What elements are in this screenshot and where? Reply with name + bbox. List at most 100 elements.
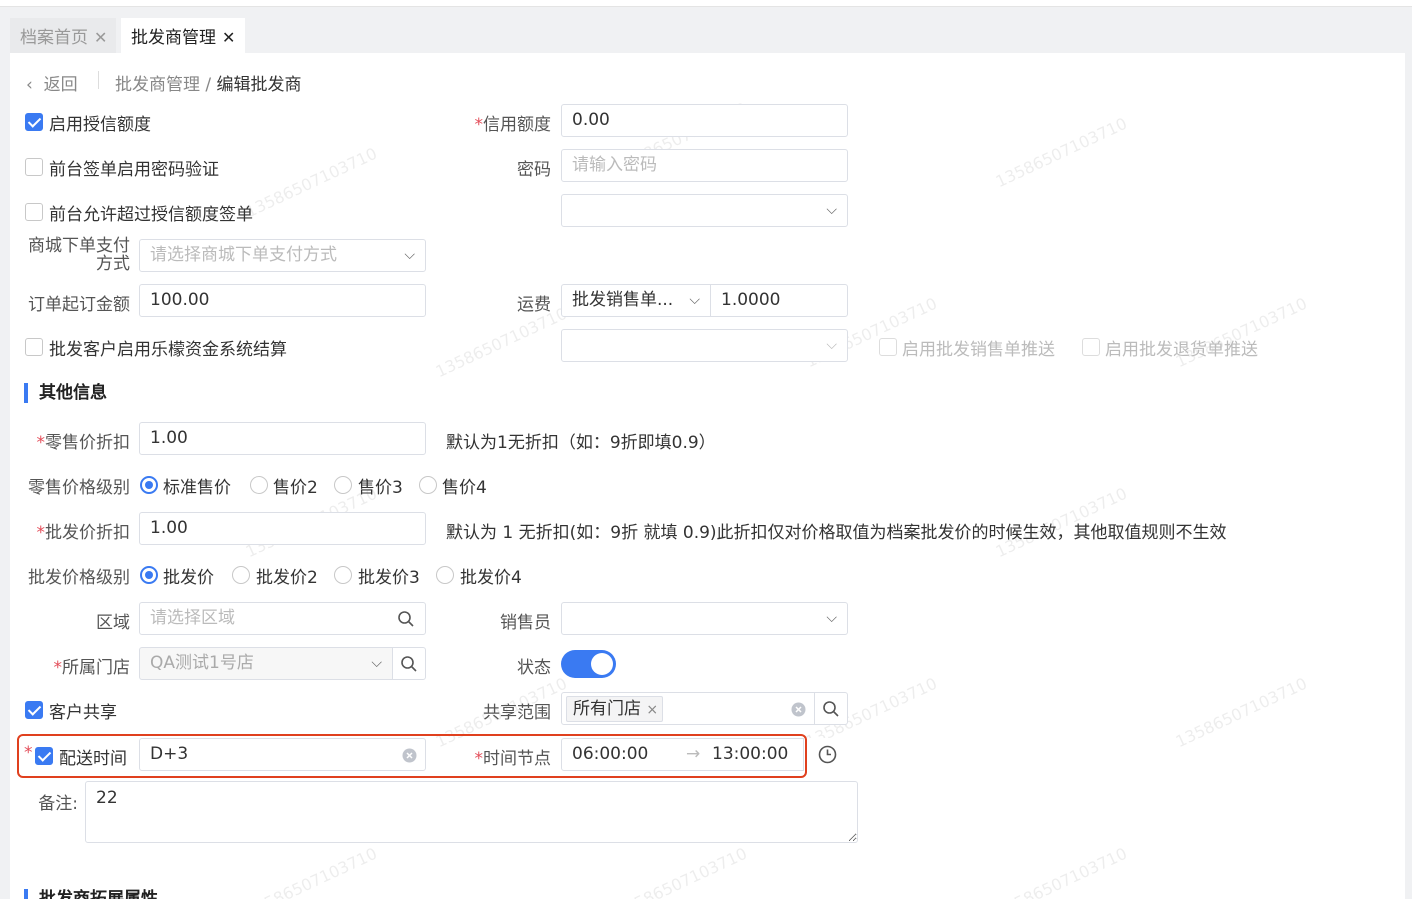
mall-pay-label: 商城下单支付 方式	[28, 236, 130, 274]
push-return-label: 启用批发退货单推送	[1105, 340, 1258, 360]
status-toggle[interactable]	[561, 650, 616, 678]
over-credit-checkbox[interactable]	[25, 203, 43, 221]
breadcrumb-parent[interactable]: 批发商管理	[115, 75, 200, 95]
wholesale-price-level-label: 批发价格级别	[28, 568, 130, 588]
clock-icon	[818, 745, 837, 764]
store-label: *所属门店	[53, 658, 131, 678]
watermark: 13586507103710	[992, 113, 1130, 192]
back-label: 返回	[43, 75, 78, 95]
min-order-input[interactable]: 100.00	[139, 284, 426, 317]
salesman-select[interactable]: ⌵	[561, 602, 848, 635]
tab-label: 档案首页	[20, 28, 88, 48]
scope-tag: 所有门店 ×	[566, 696, 664, 722]
mall-pay-select[interactable]: 请选择商城下单支付方式 ⌵	[139, 239, 426, 272]
freight-type-select[interactable]: 批发销售单... ⌵	[561, 284, 711, 317]
remark-textarea[interactable]: 22	[85, 781, 858, 843]
breadcrumb-separator: /	[205, 75, 212, 95]
wholesale-discount-hint: 默认为 1 无折扣(如：9折 就填 0.9)此折扣仅对价格取值为档案批发价的时候…	[446, 523, 1227, 543]
tag-close-icon[interactable]: ×	[646, 702, 658, 718]
min-order-label: 订单起订金额	[28, 295, 130, 315]
share-scope-label: 共享范围	[483, 703, 551, 723]
watermark: 13586507103710	[242, 843, 380, 899]
radio-price-2[interactable]	[250, 476, 268, 494]
password-verify-label: 前台签单启用密码验证	[49, 160, 219, 180]
radio-wholesale-price-2[interactable]	[232, 566, 250, 584]
breadcrumb: 批发商管理 / 编辑批发商	[115, 70, 302, 95]
credit-limit-input[interactable]: 0.00	[561, 104, 848, 137]
tab-label: 批发商管理	[131, 28, 216, 48]
chevron-down-icon: ⌵	[826, 202, 837, 218]
radio-label: 售价2	[273, 478, 318, 498]
radio-label: 批发价4	[460, 568, 522, 588]
share-checkbox[interactable]	[25, 701, 43, 719]
region-input[interactable]: 请选择区域	[139, 602, 426, 635]
watermark: 13586507103710	[242, 143, 380, 222]
region-label: 区域	[96, 613, 130, 633]
chevron-down-icon: ⌵	[826, 610, 837, 626]
retail-discount-label: *零售价折扣	[36, 433, 131, 453]
tab-archive-home[interactable]: 档案首页 ✕	[10, 18, 116, 58]
section-title-other-info: 其他信息	[24, 383, 107, 403]
divider	[98, 71, 99, 89]
lemon-settle-label: 批发客户启用乐檬资金系统结算	[49, 340, 287, 360]
clear-icon[interactable]	[791, 702, 806, 717]
close-icon[interactable]: ✕	[222, 28, 235, 47]
push-return-checkbox[interactable]	[1082, 338, 1100, 356]
search-icon[interactable]	[397, 610, 415, 628]
radio-label: 售价3	[358, 478, 403, 498]
remark-label: 备注:	[38, 794, 78, 814]
lemon-settle-checkbox[interactable]	[25, 338, 43, 356]
chevron-down-icon: ⌵	[826, 337, 837, 353]
radio-wholesale-price[interactable]	[140, 566, 158, 584]
salesman-label: 销售员	[500, 613, 551, 633]
radio-label: 批发价	[163, 568, 214, 588]
chevron-down-icon: ⌵	[404, 247, 415, 263]
tab-wholesaler-management[interactable]: 批发商管理 ✕	[121, 18, 245, 58]
password-label: 密码	[517, 160, 551, 180]
over-credit-label: 前台允许超过授信额度签单	[49, 205, 253, 225]
radio-label: 标准售价	[163, 478, 231, 498]
wholesale-discount-label: *批发价折扣	[36, 523, 131, 543]
enable-credit-label: 启用授信额度	[49, 115, 151, 135]
share-scope-select[interactable]: 所有门店 ×	[561, 692, 815, 725]
push-sales-checkbox[interactable]	[879, 338, 897, 356]
credit-limit-label: *信用额度	[474, 115, 552, 135]
retail-discount-input[interactable]: 1.00	[139, 422, 426, 455]
watermark: 13586507103710	[1172, 673, 1310, 752]
store-search-button[interactable]	[392, 647, 426, 680]
back-link[interactable]: ‹ 返回	[26, 70, 78, 95]
radio-label: 批发价3	[358, 568, 420, 588]
settle-select[interactable]: ⌵	[561, 329, 848, 362]
close-icon[interactable]: ✕	[94, 28, 107, 47]
enable-credit-checkbox[interactable]	[25, 113, 43, 131]
store-select[interactable]: QA测试1号店 ⌵	[139, 647, 393, 680]
section-title-extended-attributes: 批发商拓展属性	[24, 889, 158, 899]
radio-label: 批发价2	[256, 568, 318, 588]
radio-label: 售价4	[442, 478, 487, 498]
search-icon	[823, 701, 839, 717]
tab-bar: 档案首页 ✕ 批发商管理 ✕	[0, 7, 1412, 58]
freight-input[interactable]: 1.0000	[710, 284, 848, 317]
retail-discount-hint: 默认为1无折扣（如：9折即填0.9）	[446, 433, 716, 453]
radio-wholesale-price-4[interactable]	[436, 566, 454, 584]
time-picker-button[interactable]	[810, 738, 844, 771]
window-top-strip	[0, 0, 1412, 7]
wholesale-discount-input[interactable]: 1.00	[139, 512, 426, 545]
watermark: 13586507103710	[992, 843, 1130, 899]
status-label: 状态	[517, 658, 551, 678]
radio-standard-price[interactable]	[140, 476, 158, 494]
radio-price-4[interactable]	[419, 476, 437, 494]
over-credit-select[interactable]: ⌵	[561, 194, 848, 227]
share-label: 客户共享	[49, 703, 117, 723]
share-scope-search-button[interactable]	[814, 692, 848, 725]
retail-price-level-label: 零售价格级别	[28, 478, 130, 498]
search-icon	[401, 656, 417, 672]
watermark: 13586507103710	[432, 303, 570, 382]
chevron-down-icon: ⌵	[371, 655, 382, 671]
chevron-left-icon: ‹	[26, 75, 33, 95]
password-verify-checkbox[interactable]	[25, 158, 43, 176]
password-input[interactable]: 请输入密码	[561, 149, 848, 182]
highlight-box	[17, 734, 807, 778]
radio-price-3[interactable]	[334, 476, 352, 494]
radio-wholesale-price-3[interactable]	[334, 566, 352, 584]
